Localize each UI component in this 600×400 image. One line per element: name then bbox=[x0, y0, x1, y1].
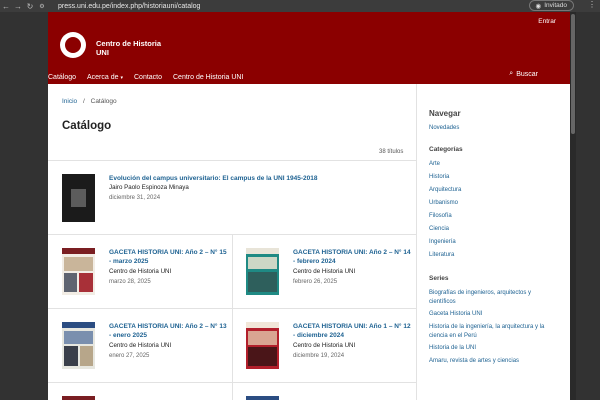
sidebar-category[interactable]: Ciencia bbox=[429, 225, 559, 234]
nav-about[interactable]: Acerca de ▾ bbox=[87, 74, 123, 81]
profile-label: Invitado bbox=[544, 2, 567, 9]
item-title[interactable]: GACETA HISTORIA UNI: Año 2 – N° 15 - mar… bbox=[109, 248, 234, 266]
title-count: 38 títulos bbox=[379, 149, 404, 155]
breadcrumb-home[interactable]: Inicio bbox=[62, 98, 77, 105]
sidebar-category[interactable]: Urbanismo bbox=[429, 199, 559, 208]
chevron-down-icon: ▾ bbox=[120, 74, 123, 81]
item-title[interactable]: GACETA HISTORIA UNI: Año 2 – N° 13 - ene… bbox=[109, 322, 234, 340]
window-gutter-left bbox=[0, 12, 48, 400]
item-title[interactable]: Evolución del campus universitario: El c… bbox=[109, 174, 409, 183]
item-author: Centro de Historia UNI bbox=[293, 268, 356, 275]
nav-contact[interactable]: Contacto bbox=[134, 74, 162, 81]
search-label: Buscar bbox=[516, 70, 538, 78]
item-title-line2: - enero 2025 bbox=[109, 332, 147, 339]
breadcrumb-current: Catálogo bbox=[90, 98, 117, 105]
search-link[interactable]: ⌕ Buscar bbox=[509, 70, 538, 78]
sidebar-series[interactable]: Historia de la UNI bbox=[429, 344, 559, 353]
item-title-line2: - febrero 2024 bbox=[293, 258, 336, 265]
user-icon: ◉ bbox=[535, 2, 542, 10]
sidebar-series[interactable]: Gaceta Historia UNI bbox=[429, 310, 559, 319]
item-title-line1: GACETA HISTORIA UNI: Año 2 – N° 15 bbox=[109, 249, 227, 256]
scrollbar-thumb[interactable] bbox=[571, 14, 575, 134]
page-content: Inicio / Catálogo Catálogo 38 títulos Ev… bbox=[48, 84, 570, 400]
book-cover-image[interactable] bbox=[62, 248, 95, 295]
item-title-line2: - marzo 2025 bbox=[109, 258, 149, 265]
item-date: marzo 28, 2025 bbox=[109, 279, 151, 285]
nav-catalog[interactable]: Catálogo bbox=[48, 74, 76, 81]
item-date: enero 27, 2025 bbox=[109, 353, 150, 359]
forward-icon[interactable]: → bbox=[12, 2, 24, 11]
breadcrumb-separator: / bbox=[83, 98, 85, 105]
sidebar-category[interactable]: Arquitectura bbox=[429, 186, 559, 195]
site-name-line1: Centro de Historia bbox=[96, 39, 162, 48]
item-author: Jairo Paolo Espinoza Minaya bbox=[109, 184, 189, 191]
address-bar[interactable]: press.uni.edu.pe/index.php/historiauni/c… bbox=[58, 3, 200, 10]
item-author: Centro de Historia UNI bbox=[109, 342, 172, 349]
site-info-icon[interactable]: ⚙ bbox=[36, 3, 48, 10]
nav-centro-historia[interactable]: Centro de Historia UNI bbox=[173, 74, 243, 81]
sidebar-navigate-heading: Navegar bbox=[429, 109, 461, 118]
site-logo[interactable] bbox=[60, 32, 86, 58]
item-title[interactable]: GACETA HISTORIA UNI: Año 2 – N° 14 - feb… bbox=[293, 248, 418, 266]
login-link[interactable]: Entrar bbox=[538, 18, 556, 25]
nav-about-label: Acerca de bbox=[87, 73, 119, 81]
item-title-line1: GACETA HISTORIA UNI: Año 1 – N° 12 bbox=[293, 323, 411, 330]
book-cover-image[interactable] bbox=[62, 174, 95, 222]
profile-button[interactable]: ◉ Invitado bbox=[528, 0, 574, 11]
sidebar-series-heading: Series bbox=[429, 275, 449, 282]
sidebar-category[interactable]: Arte bbox=[429, 160, 559, 169]
sidebar-category[interactable]: Filosofía bbox=[429, 212, 559, 221]
site-header: Entrar Centro de Historia UNI Catálogo A… bbox=[48, 12, 570, 84]
item-author: Centro de Historia UNI bbox=[293, 342, 356, 349]
reload-icon[interactable]: ↻ bbox=[24, 2, 36, 11]
browser-toolbar: ← → ↻ ⚙ press.uni.edu.pe/index.php/histo… bbox=[0, 0, 600, 12]
sidebar-category[interactable]: Ingeniería bbox=[429, 238, 559, 247]
sidebar-category[interactable]: Literatura bbox=[429, 251, 559, 260]
item-title-line1: GACETA HISTORIA UNI: Año 2 – N° 13 bbox=[109, 323, 227, 330]
back-icon[interactable]: ← bbox=[0, 2, 12, 11]
sidebar-series[interactable]: Biografías de ingenieros, arquitectos y … bbox=[429, 289, 541, 306]
divider-row-2 bbox=[48, 382, 416, 383]
sidebar-categories-heading: Categorías bbox=[429, 146, 463, 153]
book-cover-image[interactable] bbox=[246, 248, 279, 295]
item-title-line1: GACETA HISTORIA UNI: Año 2 – N° 14 bbox=[293, 249, 411, 256]
site-name-line2: UNI bbox=[96, 48, 109, 57]
menu-icon[interactable]: ⋮ bbox=[588, 0, 596, 9]
sidebar-link-novedades[interactable]: Novedades bbox=[429, 124, 559, 133]
search-icon: ⌕ bbox=[509, 70, 514, 77]
page-title: Catálogo bbox=[62, 120, 112, 132]
item-date: diciembre 19, 2024 bbox=[293, 353, 345, 359]
logo-emblem-icon bbox=[65, 37, 81, 53]
item-date: diciembre 31, 2024 bbox=[109, 195, 161, 201]
sidebar-series[interactable]: Amaru, revista de artes y ciencias bbox=[429, 357, 559, 366]
breadcrumb: Inicio / Catálogo bbox=[62, 98, 117, 105]
book-cover-image[interactable] bbox=[62, 396, 95, 400]
item-title[interactable]: GACETA HISTORIA UNI: Año 1 – N° 12 - dic… bbox=[293, 322, 418, 340]
sidebar-series[interactable]: Historia de la ingeniería, la arquitectu… bbox=[429, 323, 559, 340]
main-nav: Catálogo Acerca de ▾ Contacto Centro de … bbox=[48, 70, 570, 84]
book-cover-image[interactable] bbox=[246, 396, 279, 400]
divider-top bbox=[48, 160, 416, 161]
divider-row bbox=[48, 308, 416, 309]
item-date: febrero 26, 2025 bbox=[293, 279, 338, 285]
book-cover-image[interactable] bbox=[62, 322, 95, 369]
book-cover-image[interactable] bbox=[246, 322, 279, 369]
site-name[interactable]: Centro de Historia UNI bbox=[96, 39, 161, 57]
sidebar-category[interactable]: Historia bbox=[429, 173, 559, 182]
item-title-line2: - diciembre 2024 bbox=[293, 332, 344, 339]
item-author: Centro de Historia UNI bbox=[109, 268, 172, 275]
